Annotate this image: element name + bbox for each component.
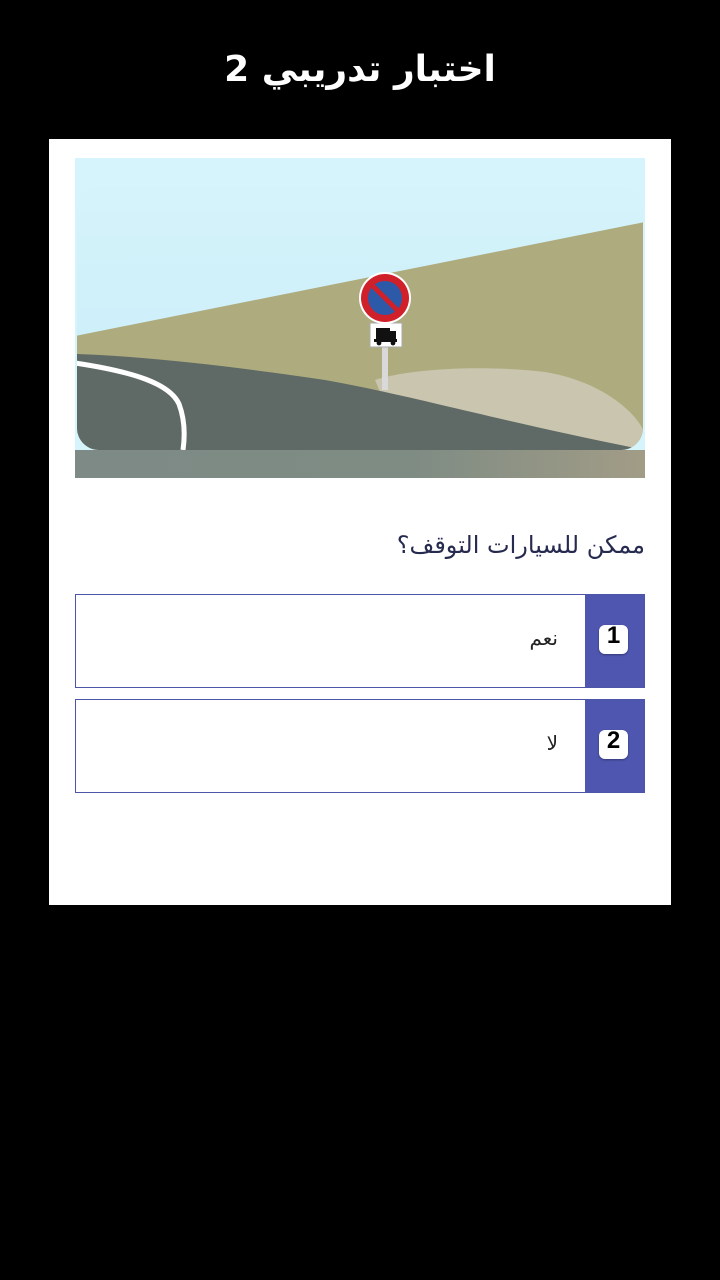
answer-option-1[interactable]: نعم 1: [75, 594, 645, 688]
question-text: ممكن للسيارات التوقف؟: [396, 531, 645, 559]
road-sign-illustration: [75, 158, 645, 478]
answer-number-panel: 2: [585, 700, 644, 792]
answer-label: لا: [546, 731, 558, 755]
answer-number-badge: 1: [599, 624, 628, 654]
answer-label: نعم: [529, 626, 558, 650]
answer-option-2[interactable]: لا 2: [75, 699, 645, 793]
quiz-card: ممكن للسيارات التوقف؟ نعم 1 لا 2: [49, 139, 671, 905]
no-parking-sign-icon: [359, 272, 411, 324]
answer-number-panel: 1: [585, 595, 644, 687]
answer-number-badge: 2: [599, 729, 628, 759]
page-title: اختبار تدريبي 2: [224, 49, 496, 90]
